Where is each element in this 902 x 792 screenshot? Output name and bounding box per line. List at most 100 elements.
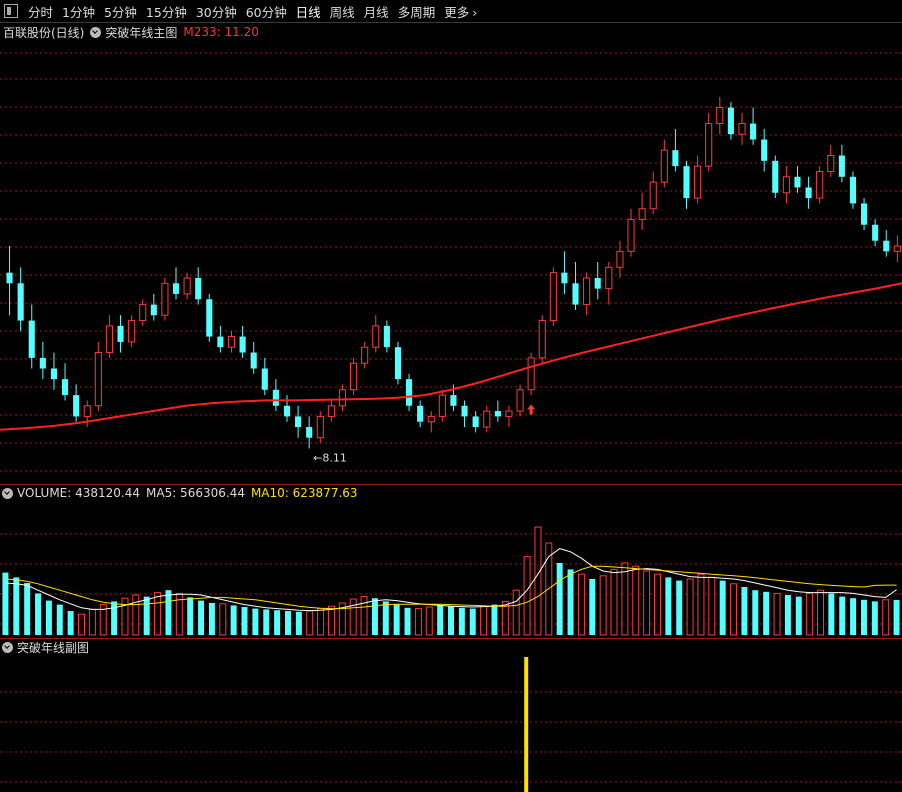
candle-body — [406, 379, 413, 406]
volume-bar — [860, 599, 867, 635]
candle-body — [660, 149, 668, 183]
volume-bar — [132, 594, 140, 636]
candle-body — [527, 357, 535, 391]
volume-bar — [24, 583, 31, 635]
candle-body — [427, 415, 435, 423]
volume-bar — [469, 608, 476, 635]
candle-body — [183, 277, 191, 295]
candle-body — [39, 357, 46, 369]
candle-body — [483, 410, 491, 428]
volume-bar — [382, 601, 389, 635]
candle-body — [616, 250, 624, 268]
volume-bar — [850, 598, 857, 635]
candle-body — [516, 389, 524, 412]
volume-bar — [67, 611, 74, 635]
volume-bar — [708, 576, 716, 636]
volume-ma10-value: MA10: 623877.63 — [250, 486, 358, 500]
volume-bar — [763, 591, 770, 635]
period-tab-15min[interactable]: 15分钟 — [142, 2, 192, 21]
period-tab-30min[interactable]: 30分钟 — [192, 2, 242, 21]
period-tab-weekly[interactable]: 周线 — [326, 2, 360, 21]
volume-bar — [556, 563, 563, 635]
volume-bar — [437, 605, 444, 635]
candle-body — [172, 283, 180, 294]
volume-bar — [274, 610, 281, 635]
candle-body — [272, 389, 279, 406]
volume-panel-header: VOLUME: 438120.44 MA5: 566306.44 MA10: 6… — [0, 484, 358, 502]
candle-body — [538, 320, 546, 359]
candle-body — [338, 389, 347, 407]
period-tab-fenshi[interactable]: 分时 — [24, 2, 58, 21]
volume-bar — [523, 556, 531, 636]
period-tab-daily[interactable]: 日线 — [292, 2, 326, 21]
volume-bar — [448, 606, 454, 635]
candle-body — [716, 107, 724, 125]
candle-body — [128, 320, 136, 343]
volume-bar — [111, 601, 118, 635]
candle-body — [827, 155, 835, 172]
period-tab-60min[interactable]: 60分钟 — [242, 2, 292, 21]
volume-bar — [88, 608, 96, 636]
signal-chart[interactable] — [0, 656, 902, 792]
more-label: 更多 — [444, 4, 470, 20]
volume-bar — [589, 579, 596, 635]
volume-bar — [295, 611, 302, 635]
volume-bar — [730, 583, 738, 636]
candle-body — [472, 416, 479, 428]
candle-body — [761, 139, 768, 161]
signal-bar — [524, 657, 529, 792]
candle-body — [394, 347, 402, 380]
candle-body — [361, 346, 369, 364]
volume-bar — [56, 604, 63, 635]
candle-body — [250, 352, 257, 369]
volume-ma5-value: MA5: 566306.44 — [146, 486, 245, 500]
candle-body — [450, 395, 457, 406]
volume-bar — [263, 609, 270, 635]
main-indicator-name[interactable]: 突破年线主图 — [105, 24, 177, 41]
volume-bar — [817, 589, 824, 636]
volume-bar — [306, 610, 314, 636]
volume-bar — [480, 605, 488, 636]
sub-indicator-menu-icon[interactable] — [2, 641, 13, 653]
volume-bar — [45, 600, 52, 635]
candle-body — [6, 272, 13, 284]
candle-body — [805, 187, 812, 199]
volume-bar — [252, 608, 259, 635]
volume-bar — [13, 577, 20, 635]
ma233-line — [0, 282, 902, 431]
indicator-menu-icon[interactable] — [90, 26, 102, 38]
candle-body — [438, 394, 446, 417]
candle-body — [295, 416, 302, 428]
candle-body — [28, 320, 35, 358]
sub-indicator-name[interactable]: 突破年线副图 — [17, 639, 89, 656]
volume-bar — [491, 604, 498, 635]
volume-bar — [621, 562, 629, 636]
candle-body — [838, 155, 845, 177]
candle-body — [195, 277, 202, 300]
period-tab-1min[interactable]: 1分钟 — [58, 2, 100, 21]
candle-body — [217, 336, 224, 348]
candle-body — [139, 304, 147, 322]
volume-bar — [458, 607, 465, 635]
candle-body — [816, 170, 824, 199]
period-tab-more[interactable]: 更多 › — [440, 2, 482, 21]
volume-bar — [752, 590, 759, 635]
period-tab-5min[interactable]: 5分钟 — [100, 2, 142, 21]
volume-bar — [414, 608, 422, 636]
volume-bar — [230, 605, 237, 635]
volume-menu-icon[interactable] — [2, 487, 13, 499]
period-tab-multi[interactable]: 多周期 — [394, 2, 441, 21]
period-tab-monthly[interactable]: 月线 — [360, 2, 394, 21]
main-candlestick-chart[interactable]: ←8.11 — [0, 41, 902, 483]
volume-bar — [393, 604, 400, 635]
volume-bar — [828, 593, 835, 635]
volume-chart[interactable] — [0, 502, 902, 638]
volume-bar — [784, 595, 791, 635]
candle-body — [849, 176, 857, 204]
window-toggle-icon[interactable] — [4, 4, 18, 18]
volume-bar — [773, 592, 781, 636]
volume-ma5-line — [5, 548, 897, 612]
volume-bar — [795, 596, 802, 635]
volume-bar — [512, 589, 520, 636]
candle-body — [316, 415, 324, 439]
